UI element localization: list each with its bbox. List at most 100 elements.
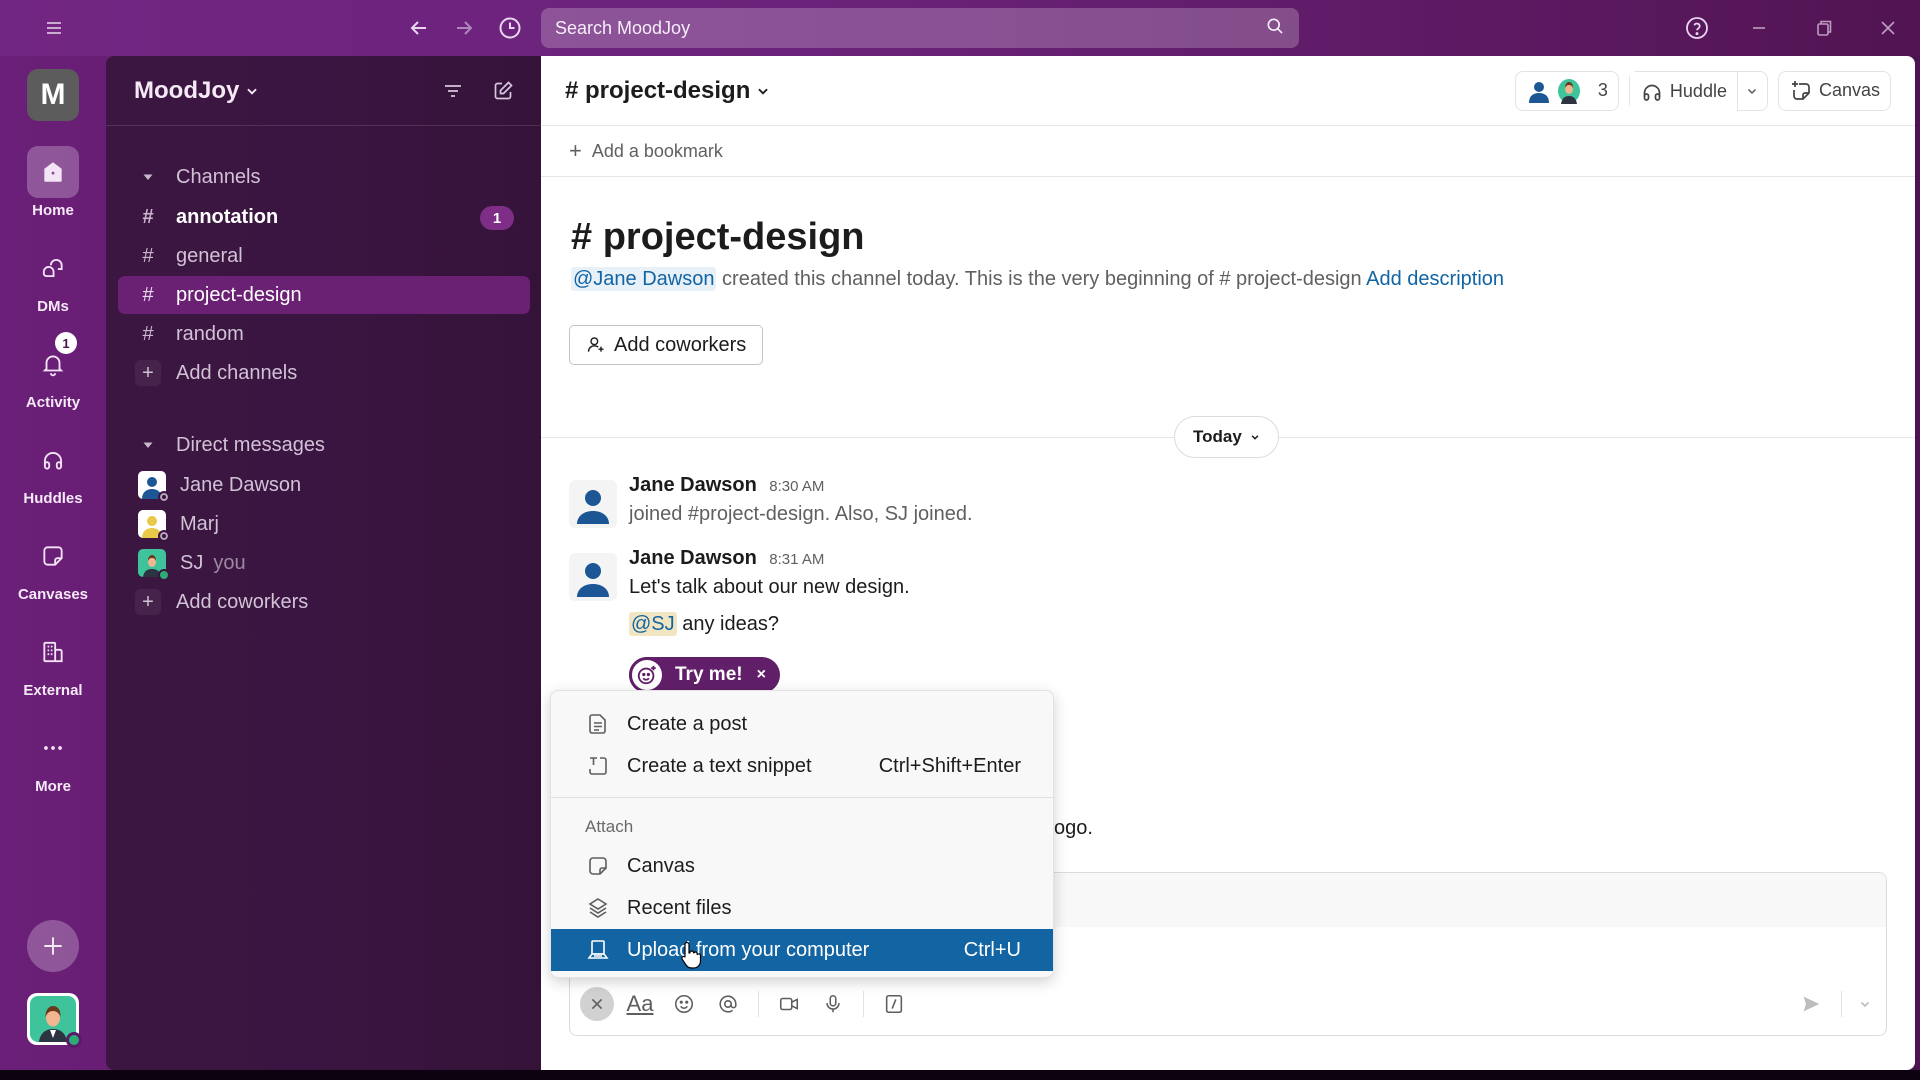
mention-button[interactable] — [710, 986, 746, 1022]
help-icon[interactable] — [1683, 14, 1711, 42]
video-clip-button[interactable] — [771, 986, 807, 1022]
user-mention[interactable]: @SJ — [629, 612, 677, 636]
add-coworkers-label: Add coworkers — [614, 333, 747, 356]
message-timestamp[interactable]: 8:30 AM — [769, 478, 824, 495]
history-icon[interactable] — [496, 14, 524, 42]
dm-header-label: Direct messages — [176, 433, 325, 456]
dm-name: Jane Dawson — [180, 473, 302, 496]
user-avatar[interactable] — [27, 993, 82, 1048]
forward-arrow-icon[interactable] — [450, 14, 478, 42]
menu-icon[interactable] — [40, 14, 68, 42]
sidebar-dm-sj[interactable]: SJ you — [118, 544, 530, 582]
microphone-icon — [826, 994, 840, 1013]
menu-item-create-post[interactable]: Create a post — [551, 703, 1053, 745]
add-coworkers-sidebar-button[interactable]: + Add coworkers — [118, 583, 530, 621]
partial-message-text: ogo. — [1054, 817, 1093, 839]
audio-clip-button[interactable] — [815, 986, 851, 1022]
channel-name: project-design — [176, 283, 302, 306]
rail-item-home[interactable]: Home — [0, 146, 106, 219]
rail-item-canvases[interactable]: Canvases — [0, 530, 106, 603]
try-me-pill[interactable]: Try me! × — [629, 657, 780, 693]
sidebar-channel-general[interactable]: # general — [118, 237, 530, 275]
menu-item-upload-from-computer[interactable]: Upload from your computer Ctrl+U — [551, 929, 1053, 971]
restore-icon[interactable] — [1810, 14, 1838, 42]
add-description-link[interactable]: Add description — [1366, 268, 1504, 290]
message-author[interactable]: Jane Dawson — [629, 547, 757, 569]
sidebar-channel-project-design[interactable]: # project-design — [118, 276, 530, 314]
huddle-button[interactable]: Huddle — [1629, 71, 1737, 112]
rail-item-activity[interactable]: 1 Activity — [0, 332, 106, 411]
jump-to-date-button[interactable]: Today — [1174, 416, 1279, 458]
avatar — [138, 510, 170, 542]
sidebar-dm-marj[interactable]: Marj — [118, 505, 530, 543]
menu-item-canvas[interactable]: Canvas — [551, 845, 1053, 887]
member-avatar — [1557, 78, 1580, 104]
add-workspace-button[interactable] — [27, 920, 79, 972]
message-author[interactable]: Jane Dawson — [629, 474, 757, 496]
huddle-options-button[interactable] — [1736, 71, 1767, 110]
send-button[interactable] — [1793, 986, 1829, 1022]
add-bookmark-button[interactable]: + Add a bookmark — [541, 126, 1915, 177]
menu-divider — [551, 797, 1053, 798]
close-attach-menu-button[interactable] — [580, 987, 614, 1021]
channels-section-header[interactable]: Channels — [118, 158, 530, 196]
chevron-down-icon — [245, 77, 259, 105]
message-text: Let's talk about our new design. — [629, 576, 910, 598]
add-bookmark-label: Add a bookmark — [591, 140, 723, 161]
rail-item-external[interactable]: External — [0, 626, 106, 699]
emoji-button[interactable] — [666, 986, 702, 1022]
menu-item-create-snippet[interactable]: Create a text snippet Ctrl+Shift+Enter — [551, 745, 1053, 787]
huddle-control: Huddle — [1628, 70, 1768, 112]
send-options-button[interactable] — [1854, 986, 1876, 1022]
rail-item-more[interactable]: More — [0, 722, 106, 795]
rail-item-huddles[interactable]: Huddles — [0, 434, 106, 507]
search-input[interactable]: Search MoodJoy — [541, 8, 1299, 48]
close-icon[interactable] — [1874, 14, 1902, 42]
filter-icon[interactable] — [439, 77, 467, 105]
rail-item-dms[interactable]: DMs — [0, 242, 106, 315]
canvas-icon — [585, 853, 611, 879]
add-channels-button[interactable]: + Add channels — [118, 354, 530, 392]
creator-mention[interactable]: @Jane Dawson — [571, 267, 717, 291]
canvas-icon — [27, 530, 79, 582]
menu-item-recent-files[interactable]: Recent files — [551, 887, 1053, 929]
channel-header: # project-design 3 Huddle Canvas — [541, 56, 1915, 126]
channel-title: # project-design — [565, 76, 751, 104]
canvas-add-icon — [1791, 80, 1810, 100]
compose-icon[interactable] — [489, 77, 517, 105]
add-coworkers-button[interactable]: Add coworkers — [569, 325, 764, 365]
dismiss-icon[interactable]: × — [757, 666, 766, 684]
snippet-icon — [585, 753, 611, 779]
close-icon — [591, 998, 603, 1010]
menu-item-label: Canvas — [627, 854, 695, 877]
sidebar-channel-annotation[interactable]: # annotation 1 — [118, 198, 530, 236]
workspace-switcher[interactable]: M — [27, 69, 79, 121]
formatting-icon: Aa — [626, 991, 654, 1016]
channel-sidebar: MoodJoy Channels # annotation 1 # genera… — [106, 56, 541, 1070]
message-timestamp[interactable]: 8:31 AM — [769, 551, 824, 568]
dm-section-header[interactable]: Direct messages — [118, 426, 530, 464]
slash-command-button[interactable] — [876, 986, 912, 1022]
title-bar: Search MoodJoy — [0, 0, 1920, 56]
channels-header-label: Channels — [176, 165, 261, 188]
avatar[interactable] — [569, 553, 617, 601]
canvas-button[interactable]: Canvas — [1777, 70, 1891, 111]
channel-title-menu[interactable]: # project-design — [565, 77, 1505, 105]
sidebar-dm-jane-dawson[interactable]: Jane Dawson — [118, 466, 530, 504]
plus-icon: + — [135, 589, 161, 615]
minimize-icon[interactable] — [1745, 14, 1773, 42]
sidebar-channel-random[interactable]: # random — [118, 315, 530, 353]
add-coworkers-label: Add coworkers — [176, 590, 309, 613]
attach-menu: Create a post Create a text snippet Ctrl… — [550, 690, 1054, 978]
back-arrow-icon[interactable] — [405, 14, 433, 42]
plus-icon: + — [569, 138, 582, 163]
dm-name: SJ — [180, 551, 204, 574]
avatar[interactable] — [569, 480, 617, 528]
emoji-icon — [674, 994, 694, 1014]
workspace-name-menu[interactable]: MoodJoy — [134, 77, 417, 105]
layers-icon — [585, 895, 611, 921]
formatting-button[interactable]: Aa — [622, 986, 658, 1022]
plus-icon: + — [135, 360, 161, 386]
members-button[interactable]: 3 — [1514, 70, 1619, 111]
headphones-icon — [1643, 84, 1661, 101]
